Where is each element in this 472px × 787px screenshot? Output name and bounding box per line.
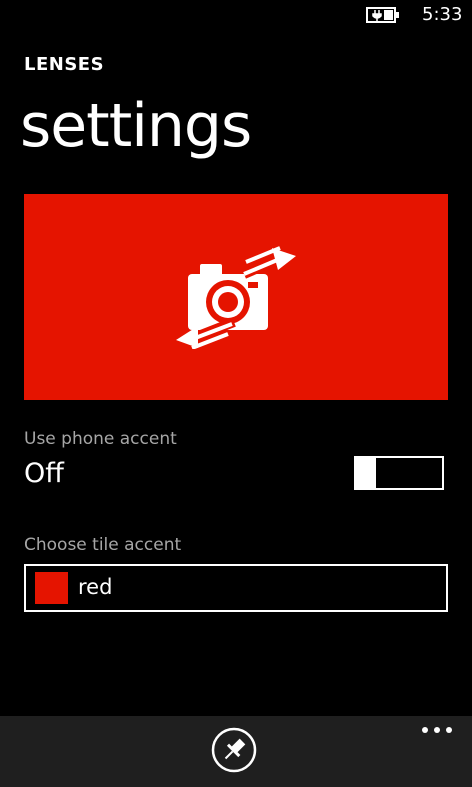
toggle-track [374, 456, 444, 490]
accent-swatch [35, 572, 68, 604]
tile-accent-picker[interactable]: red [24, 564, 448, 612]
tile-accent-value: red [78, 575, 113, 599]
battery-charging-icon [366, 7, 399, 23]
more-icon[interactable] [420, 720, 454, 740]
camera-swap-icon [176, 246, 296, 349]
tile-preview [24, 194, 448, 400]
app-bar [0, 716, 472, 787]
page-title: settings [20, 91, 252, 161]
phone-accent-state: Off [24, 458, 64, 489]
clock: 5:33 [422, 4, 463, 25]
phone-accent-label: Use phone accent [24, 429, 177, 449]
tile-accent-label: Choose tile accent [24, 535, 182, 555]
toggle-thumb[interactable] [354, 456, 374, 490]
status-bar: 5:33 [0, 0, 472, 32]
app-title: LENSES [24, 54, 105, 75]
pin-icon[interactable] [211, 727, 257, 773]
phone-accent-toggle[interactable] [354, 456, 444, 490]
